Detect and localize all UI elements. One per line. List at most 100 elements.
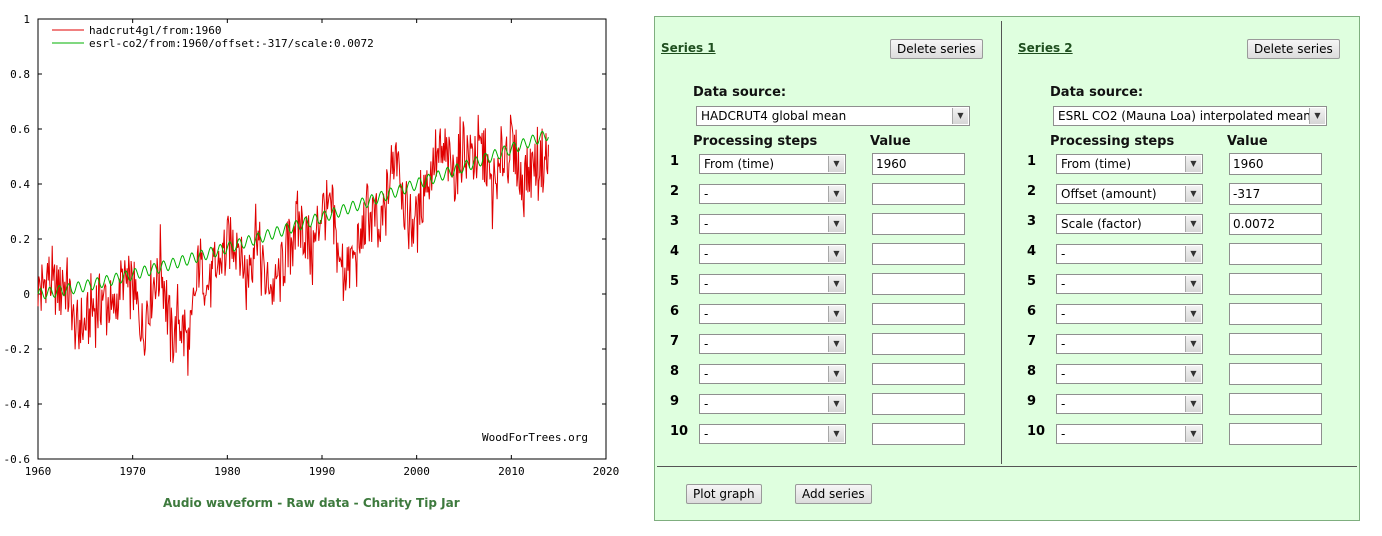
step-number: 3 bbox=[670, 214, 680, 229]
step-value-input[interactable] bbox=[872, 273, 965, 295]
chevron-down-icon: ▼ bbox=[1185, 426, 1201, 442]
step-type-select[interactable]: Offset (amount) ▼ bbox=[1056, 184, 1203, 204]
step-value-input[interactable] bbox=[872, 393, 965, 415]
data-source-select[interactable]: HADCRUT4 global mean ▼ bbox=[696, 106, 970, 126]
step-number: 8 bbox=[670, 364, 680, 379]
step-type-select[interactable]: - ▼ bbox=[1056, 334, 1203, 354]
legend-label: hadcrut4gl/from:1960 bbox=[89, 24, 221, 37]
step-type-select[interactable]: - ▼ bbox=[1056, 364, 1203, 384]
step-value-input[interactable] bbox=[872, 423, 965, 445]
step-type-select[interactable]: - ▼ bbox=[699, 334, 846, 354]
step-value-input[interactable]: 1960 bbox=[872, 153, 965, 175]
step-value-input[interactable]: 1960 bbox=[1229, 153, 1322, 175]
chevron-down-icon: ▼ bbox=[828, 186, 844, 202]
step-number: 2 bbox=[670, 184, 680, 199]
step-value-input[interactable] bbox=[872, 333, 965, 355]
chevron-down-icon: ▼ bbox=[1185, 336, 1201, 352]
chevron-down-icon: ▼ bbox=[952, 108, 968, 124]
step-type-value: - bbox=[704, 307, 709, 321]
step-number: 1 bbox=[1027, 154, 1037, 169]
y-tick-label: 0.2 bbox=[10, 233, 30, 246]
add-series-button[interactable]: Add series bbox=[795, 484, 872, 504]
step-type-select[interactable]: - ▼ bbox=[699, 364, 846, 384]
y-tick-label: -0.4 bbox=[4, 398, 31, 411]
series-panel: Series 1 Delete series Data source: HADCRUT… bbox=[654, 16, 1360, 521]
step-value-input[interactable] bbox=[1229, 333, 1322, 355]
step-type-value: From (time) bbox=[1061, 157, 1132, 171]
series-divider bbox=[1001, 21, 1002, 464]
step-type-select[interactable]: - ▼ bbox=[699, 304, 846, 324]
step-value-input[interactable] bbox=[872, 303, 965, 325]
plot-graph-button[interactable]: Plot graph bbox=[686, 484, 762, 504]
step-type-select[interactable]: - ▼ bbox=[1056, 304, 1203, 324]
step-type-value: - bbox=[1061, 277, 1066, 291]
step-type-select[interactable]: - ▼ bbox=[699, 274, 846, 294]
plot-frame bbox=[37, 18, 607, 460]
step-type-select[interactable]: From (time) ▼ bbox=[699, 154, 846, 174]
x-tick-label: 1990 bbox=[309, 465, 336, 478]
step-type-select[interactable]: - ▼ bbox=[1056, 274, 1203, 294]
step-value-input[interactable]: -317 bbox=[1229, 183, 1322, 205]
chevron-down-icon: ▼ bbox=[828, 306, 844, 322]
step-type-select[interactable]: Scale (factor) ▼ bbox=[1056, 214, 1203, 234]
series-title[interactable]: Series 1 bbox=[661, 41, 716, 55]
step-type-value: - bbox=[704, 277, 709, 291]
step-type-value: - bbox=[1061, 367, 1066, 381]
step-value-input[interactable] bbox=[1229, 243, 1322, 265]
x-tick-label: 1960 bbox=[25, 465, 52, 478]
step-type-value: - bbox=[1061, 337, 1066, 351]
series-title[interactable]: Series 2 bbox=[1018, 41, 1073, 55]
step-number: 3 bbox=[1027, 214, 1037, 229]
chevron-down-icon: ▼ bbox=[828, 246, 844, 262]
step-type-select[interactable]: - ▼ bbox=[1056, 424, 1203, 444]
step-type-select[interactable]: - ▼ bbox=[1056, 394, 1203, 414]
step-type-value: - bbox=[704, 337, 709, 351]
audio-waveform-link[interactable]: Audio waveform bbox=[163, 496, 273, 510]
step-value-input[interactable] bbox=[872, 183, 965, 205]
chevron-down-icon: ▼ bbox=[1185, 246, 1201, 262]
delete-series-button[interactable]: Delete series bbox=[890, 39, 983, 59]
step-number: 7 bbox=[1027, 334, 1037, 349]
step-value-input[interactable] bbox=[872, 213, 965, 235]
y-tick-label: 0.6 bbox=[10, 123, 30, 136]
step-type-value: - bbox=[704, 397, 709, 411]
step-value-input[interactable] bbox=[1229, 393, 1322, 415]
series-2-column: Series 2 Delete series Data source: ESRL CO… bbox=[1018, 17, 1358, 467]
data-source-select[interactable]: ESRL CO2 (Mauna Loa) interpolated mean ▼ bbox=[1053, 106, 1327, 126]
step-value-input[interactable] bbox=[1229, 273, 1322, 295]
step-value-input[interactable] bbox=[1229, 363, 1322, 385]
step-value-input[interactable] bbox=[872, 363, 965, 385]
step-type-select[interactable]: - ▼ bbox=[1056, 244, 1203, 264]
charity-tip-jar-link[interactable]: Charity Tip Jar bbox=[363, 496, 460, 510]
raw-data-link[interactable]: Raw data bbox=[286, 496, 349, 510]
chevron-down-icon: ▼ bbox=[1185, 156, 1201, 172]
x-tick-label: 1980 bbox=[214, 465, 241, 478]
step-number: 6 bbox=[1027, 304, 1037, 319]
step-number: 9 bbox=[1027, 394, 1037, 409]
step-value-input[interactable] bbox=[1229, 423, 1322, 445]
series-1-column: Series 1 Delete series Data source: HADCRUT… bbox=[661, 17, 1001, 467]
delete-series-button[interactable]: Delete series bbox=[1247, 39, 1340, 59]
chart-area: 1 0.8 0.6 0.4 0.2 0 -0.2 -0.4 -0.6 1960 1970 1980 19… bbox=[0, 0, 640, 536]
step-value-input[interactable] bbox=[1229, 303, 1322, 325]
step-value-input[interactable]: 0.0072 bbox=[1229, 213, 1322, 235]
step-type-select[interactable]: - ▼ bbox=[699, 184, 846, 204]
step-type-value: Offset (amount) bbox=[1061, 187, 1157, 201]
chevron-down-icon: ▼ bbox=[828, 366, 844, 382]
step-type-select[interactable]: - ▼ bbox=[699, 244, 846, 264]
watermark: WoodForTrees.org bbox=[482, 431, 588, 444]
chevron-down-icon: ▼ bbox=[828, 156, 844, 172]
step-type-select[interactable]: - ▼ bbox=[699, 394, 846, 414]
x-tick-label: 2000 bbox=[403, 465, 430, 478]
y-tick-label: 0 bbox=[23, 288, 30, 301]
step-type-value: Scale (factor) bbox=[1061, 217, 1142, 231]
step-type-value: - bbox=[1061, 427, 1066, 441]
step-type-select[interactable]: - ▼ bbox=[699, 214, 846, 234]
footer-separator: - bbox=[353, 496, 359, 510]
chevron-down-icon: ▼ bbox=[1185, 186, 1201, 202]
step-type-select[interactable]: - ▼ bbox=[699, 424, 846, 444]
chevron-down-icon: ▼ bbox=[828, 426, 844, 442]
y-tick-label: 0.4 bbox=[10, 178, 30, 191]
step-value-input[interactable] bbox=[872, 243, 965, 265]
step-type-select[interactable]: From (time) ▼ bbox=[1056, 154, 1203, 174]
